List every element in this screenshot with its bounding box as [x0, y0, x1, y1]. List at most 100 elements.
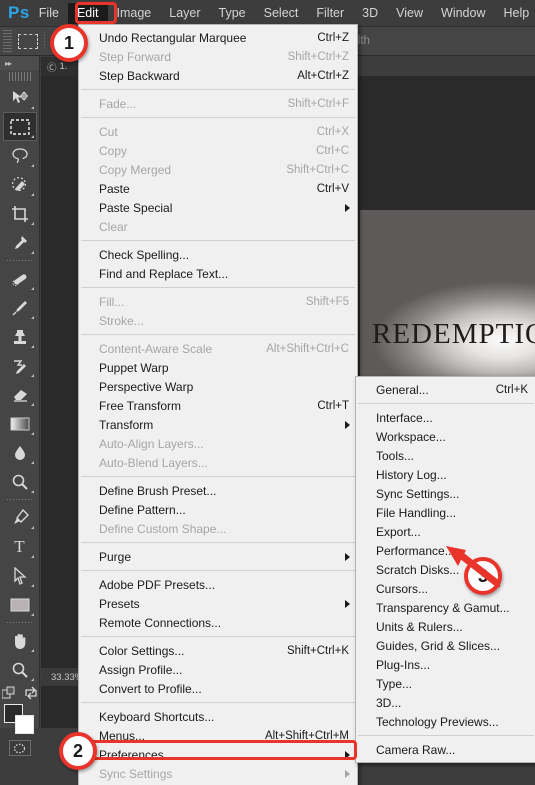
edit-menu-item-convert-to-profile[interactable]: Convert to Profile... — [79, 679, 357, 698]
menu-item-label: Check Spelling... — [99, 247, 190, 262]
preferences-menu-item-performance[interactable]: Performance... — [356, 541, 535, 560]
menu-separator — [81, 117, 355, 118]
menubar-item-edit[interactable]: Edit — [67, 2, 108, 24]
edit-menu-item-transform[interactable]: Transform — [79, 415, 357, 434]
preferences-menu-item-transparency-gamut[interactable]: Transparency & Gamut... — [356, 598, 535, 617]
marquee-tool-preview-icon[interactable] — [18, 33, 38, 49]
preferences-menu-item-technology-previews[interactable]: Technology Previews... — [356, 712, 535, 731]
rectangular-marquee-tool[interactable] — [2, 112, 37, 141]
color-swatches[interactable] — [3, 704, 37, 736]
tools-panel-collapse-handle[interactable]: ▸▸ — [0, 56, 39, 70]
edit-menu-item-color-settings[interactable]: Color Settings... Shift+Ctrl+K — [79, 641, 357, 660]
edit-menu-item-clear: Clear — [79, 217, 357, 236]
edit-menu-item-remote-connections[interactable]: Remote Connections... — [79, 613, 357, 632]
edit-menu-panel[interactable]: Undo Rectangular Marquee Ctrl+Z Step Forwa… — [78, 24, 358, 785]
eraser-tool[interactable] — [3, 380, 37, 409]
eyedropper-tool[interactable] — [3, 228, 37, 257]
edit-menu-item-perspective-warp[interactable]: Perspective Warp — [79, 377, 357, 396]
edit-menu-item-free-transform[interactable]: Free Transform Ctrl+T — [79, 396, 357, 415]
preferences-menu-item-history-log[interactable]: History Log... — [356, 465, 535, 484]
preferences-menu-item-3d[interactable]: 3D... — [356, 693, 535, 712]
edit-menu-item-check-spelling[interactable]: Check Spelling... — [79, 245, 357, 264]
preferences-menu-item-plug-ins[interactable]: Plug-Ins... — [356, 655, 535, 674]
preferences-menu-item-camera-raw[interactable]: Camera Raw... — [356, 740, 535, 759]
move-tool[interactable] — [3, 83, 37, 112]
menu-separator — [358, 403, 534, 404]
brush-tool[interactable] — [3, 293, 37, 322]
edit-menu-item-menus[interactable]: Menus... Alt+Shift+Ctrl+M — [79, 726, 357, 745]
preferences-menu-item-guides-grid-slices[interactable]: Guides, Grid & Slices... — [356, 636, 535, 655]
preferences-menu-item-export[interactable]: Export... — [356, 522, 535, 541]
rectangle-tool[interactable] — [3, 590, 37, 619]
edit-menu-item-undo-rectangular-marquee[interactable]: Undo Rectangular Marquee Ctrl+Z — [79, 28, 357, 47]
menubar-item-file[interactable]: File — [30, 3, 68, 24]
menu-item-label: General... — [376, 382, 429, 397]
menubar-item-layer[interactable]: Layer — [160, 3, 209, 24]
menu-item-label: Keyboard Shortcuts... — [99, 709, 215, 724]
edit-menu-item-puppet-warp[interactable]: Puppet Warp — [79, 358, 357, 377]
clone-stamp-tool[interactable] — [3, 322, 37, 351]
menu-item-label: Presets — [99, 596, 140, 611]
menubar-item-help[interactable]: Help — [495, 3, 535, 24]
preferences-menu-item-sync-settings[interactable]: Sync Settings... — [356, 484, 535, 503]
preferences-menu-item-type[interactable]: Type... — [356, 674, 535, 693]
submenu-arrow-icon — [345, 599, 350, 608]
edit-menu-item-preferences[interactable]: Preferences — [79, 745, 357, 764]
type-tool[interactable]: T — [3, 532, 37, 561]
menubar-item-filter[interactable]: Filter — [307, 3, 353, 24]
pen-tool[interactable] — [3, 503, 37, 532]
preferences-menu-item-tools[interactable]: Tools... — [356, 446, 535, 465]
tools-panel-drag-grip[interactable] — [8, 72, 31, 81]
zoom-tool[interactable] — [3, 655, 37, 684]
path-selection-tool[interactable] — [3, 561, 37, 590]
gradient-tool[interactable] — [3, 409, 37, 438]
annotation-badge-3-number: 3 — [477, 565, 488, 586]
edit-menu-item-presets[interactable]: Presets — [79, 594, 357, 613]
tools-divider-2 — [6, 499, 33, 500]
menubar-item-window[interactable]: Window — [432, 3, 494, 24]
menu-item-label: Sync Settings... — [376, 486, 460, 501]
preferences-menu-item-file-handling[interactable]: File Handling... — [356, 503, 535, 522]
preferences-menu-item-cursors[interactable]: Cursors... — [356, 579, 535, 598]
spot-healing-brush-tool[interactable] — [3, 264, 37, 293]
edit-menu-item-auto-blend-layers: Auto-Blend Layers... — [79, 453, 357, 472]
tools-panel: ▸▸ T — [0, 56, 40, 756]
lasso-tool[interactable] — [3, 141, 37, 170]
edit-menu-item-paste[interactable]: Paste Ctrl+V — [79, 179, 357, 198]
edit-menu-item-keyboard-shortcuts[interactable]: Keyboard Shortcuts... — [79, 707, 357, 726]
tool-preset-corner-icon — [30, 193, 34, 196]
options-bar-grip[interactable] — [3, 30, 12, 52]
edit-menu-item-purge[interactable]: Purge — [79, 547, 357, 566]
menubar-item-image[interactable]: Image — [108, 3, 161, 24]
submenu-arrow-icon — [345, 420, 350, 429]
menu-item-label: Copy — [99, 143, 128, 158]
hand-tool[interactable] — [3, 626, 37, 655]
dodge-tool[interactable] — [3, 467, 37, 496]
preferences-menu-item-units-rulers[interactable]: Units & Rulers... — [356, 617, 535, 636]
menubar-item-3d[interactable]: 3D — [353, 3, 387, 24]
edit-menu-item-assign-profile[interactable]: Assign Profile... — [79, 660, 357, 679]
preferences-menu-item-scratch-disks[interactable]: Scratch Disks... — [356, 560, 535, 579]
menu-item-label: Cut — [99, 124, 118, 139]
edit-menu-item-paste-special[interactable]: Paste Special — [79, 198, 357, 217]
edit-menu-item-define-brush-preset[interactable]: Define Brush Preset... — [79, 481, 357, 500]
preferences-menu-item-general[interactable]: General... Ctrl+K — [356, 380, 535, 399]
menubar-item-type[interactable]: Type — [210, 3, 255, 24]
preferences-menu-item-workspace[interactable]: Workspace... — [356, 427, 535, 446]
edit-menu-item-step-backward[interactable]: Step Backward Alt+Ctrl+Z — [79, 66, 357, 85]
tool-preset-corner-icon — [30, 649, 34, 652]
edit-menu-item-define-pattern[interactable]: Define Pattern... — [79, 500, 357, 519]
preferences-menu-item-interface[interactable]: Interface... — [356, 408, 535, 427]
menubar-item-select[interactable]: Select — [255, 3, 308, 24]
edit-menu-item-fill: Fill... Shift+F5 — [79, 292, 357, 311]
menubar-item-view[interactable]: View — [387, 3, 432, 24]
quick-mask-toggle[interactable] — [8, 740, 31, 756]
background-color-swatch[interactable] — [14, 715, 34, 734]
edit-menu-item-adobe-pdf-presets[interactable]: Adobe PDF Presets... — [79, 575, 357, 594]
quick-selection-tool[interactable] — [3, 170, 37, 199]
history-brush-tool[interactable] — [3, 351, 37, 380]
preferences-submenu-panel[interactable]: General... Ctrl+K Interface... Workspace...… — [355, 376, 535, 763]
edit-menu-item-find-and-replace-text[interactable]: Find and Replace Text... — [79, 264, 357, 283]
blur-tool[interactable] — [3, 438, 37, 467]
crop-tool[interactable] — [3, 199, 37, 228]
